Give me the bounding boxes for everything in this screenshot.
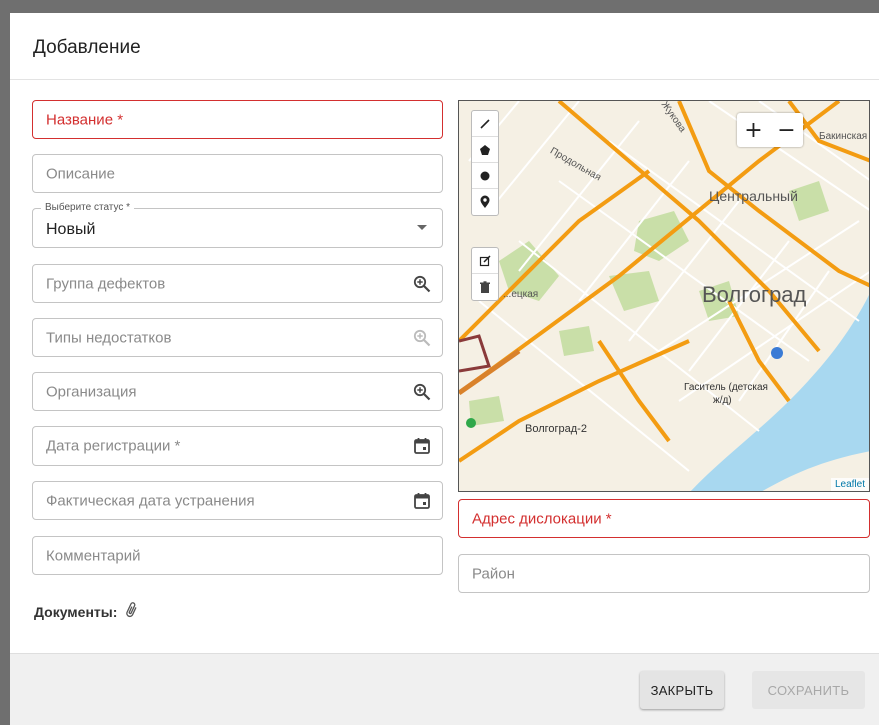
comment-field[interactable]: Комментарий (32, 536, 443, 575)
trash-icon[interactable] (472, 274, 498, 300)
district-field[interactable]: Район (458, 554, 870, 593)
save-button[interactable]: СОХРАНИТЬ (752, 671, 865, 709)
deficiency-types-placeholder: Типы недостатков (46, 329, 172, 346)
edit-layers-icon[interactable] (472, 248, 498, 274)
close-button[interactable]: ЗАКРЫТЬ (640, 671, 724, 709)
dialog-title: Добавление (33, 37, 141, 58)
map-label-street-left: ...ецкая (503, 289, 539, 300)
paperclip-icon[interactable] (125, 601, 139, 622)
zoom-control: + − (737, 113, 803, 147)
name-placeholder: Название * (46, 111, 124, 128)
draw-polygon-icon[interactable] (472, 137, 498, 163)
map-label-gasitel-2: ж/д) (713, 395, 732, 406)
map-label-gasitel: Гаситель (детская (684, 382, 768, 393)
status-legend: Выберите статус * (41, 202, 135, 213)
map-label-volgograd: Волгоград (702, 282, 807, 307)
defect-group-placeholder: Группа дефектов (46, 275, 166, 292)
map-label-tsentralny: Центральный (709, 188, 798, 204)
organization-placeholder: Организация (46, 383, 137, 400)
dialog-header: Добавление (10, 13, 879, 80)
district-placeholder: Район (472, 565, 515, 582)
registration-date-placeholder: Дата регистрации * (46, 437, 181, 455)
status-select[interactable]: Выберите статус * Новый (32, 202, 443, 248)
documents-row: Документы: (34, 601, 139, 622)
park-area (559, 326, 594, 356)
map-pin (771, 347, 783, 359)
draw-toolbar (471, 110, 499, 216)
deficiency-types-field[interactable]: Типы недостатков (32, 318, 443, 357)
dialog-footer: ЗАКРЫТЬ СОХРАНИТЬ (10, 653, 879, 725)
park-area (634, 211, 689, 261)
draw-circle-icon[interactable] (472, 163, 498, 189)
address-placeholder: Адрес дислокации * (472, 510, 612, 527)
description-placeholder: Описание (46, 165, 116, 182)
defect-group-field[interactable]: Группа дефектов (32, 264, 443, 303)
documents-label: Документы: (34, 603, 118, 620)
organization-field[interactable]: Организация (32, 372, 443, 411)
draw-polyline-icon[interactable] (472, 111, 498, 137)
edit-toolbar (471, 247, 499, 301)
map-pin (466, 418, 476, 428)
zoom-out-button[interactable]: − (770, 113, 803, 147)
zoom-in-button[interactable]: + (737, 113, 770, 147)
magnify-plus-icon[interactable] (412, 382, 432, 402)
actual-fix-date-placeholder: Фактическая дата устранения (46, 492, 255, 509)
actual-fix-date-field[interactable]: Фактическая дата устранения (32, 481, 443, 520)
magnify-plus-icon[interactable] (412, 274, 432, 294)
address-field[interactable]: Адрес дислокации * (458, 499, 870, 538)
calendar-icon[interactable] (412, 436, 432, 456)
leaflet-attribution[interactable]: Leaflet (830, 478, 869, 491)
calendar-icon[interactable] (412, 491, 432, 511)
name-field[interactable]: Название * (32, 100, 443, 139)
magnify-plus-icon[interactable] (412, 328, 432, 348)
draw-marker-icon[interactable] (472, 189, 498, 215)
map-view[interactable]: ... Жукова Бакинская Продольная Централь… (458, 100, 870, 492)
caret-down-icon (412, 218, 432, 238)
map-label-bakinskaya: Бакинская (819, 131, 868, 142)
status-value: Новый (46, 221, 96, 238)
registration-date-field[interactable]: Дата регистрации * (32, 426, 443, 466)
description-field[interactable]: Описание (32, 154, 443, 193)
map-label-volgograd-2: Волгоград-2 (525, 423, 587, 435)
comment-placeholder: Комментарий (46, 547, 141, 564)
add-dialog: Добавление Название * Описание Выберите … (10, 13, 879, 725)
